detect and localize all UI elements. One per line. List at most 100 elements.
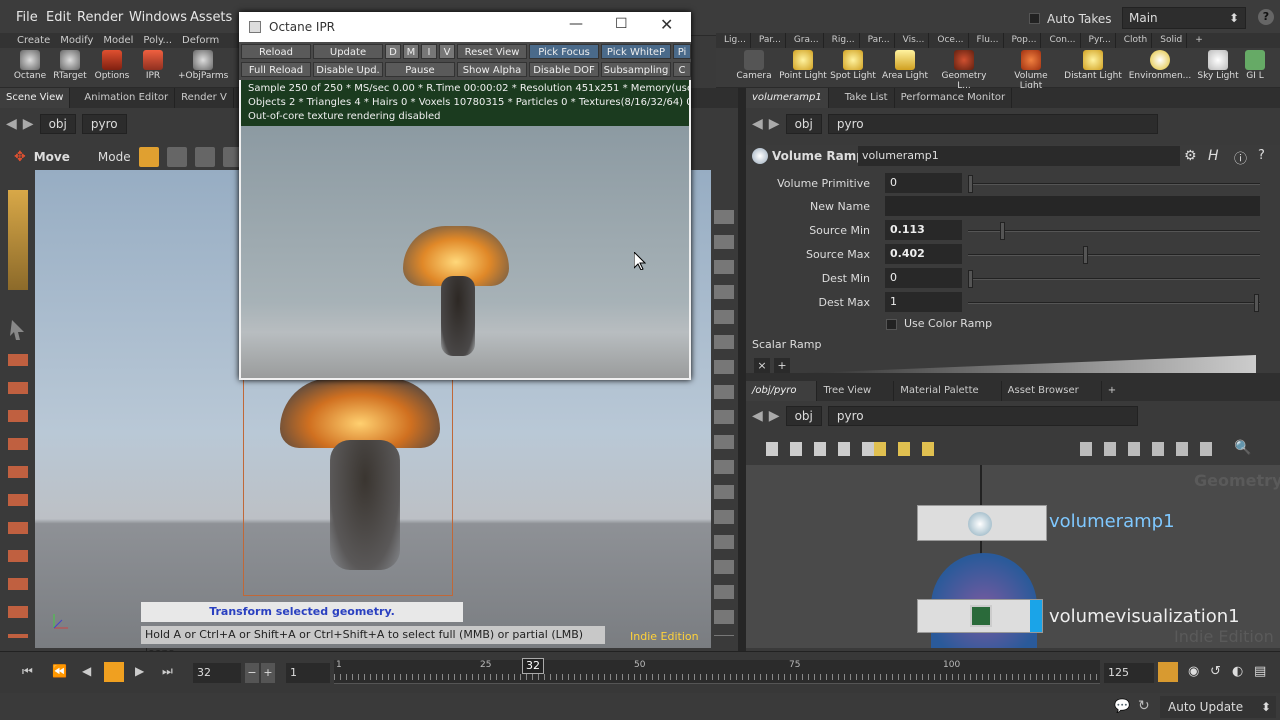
menu-windows[interactable]: Windows xyxy=(129,10,187,25)
shelf-tab-solid[interactable]: Solid xyxy=(1156,33,1188,48)
desktop-select[interactable]: Main ⬍ xyxy=(1122,7,1246,29)
shelf-tab-particle-fluids[interactable]: Par... xyxy=(864,33,895,48)
tab-obj-pyro[interactable]: /obj/pyro xyxy=(746,381,818,401)
shelf-tab-fluids[interactable]: Flu... xyxy=(973,33,1004,48)
back-arrow-icon[interactable]: ◀ xyxy=(6,116,17,132)
left-tool-group-icon[interactable] xyxy=(8,190,28,290)
source-max-slider[interactable] xyxy=(968,246,1260,264)
shelf-tab-viscous[interactable]: Vis... xyxy=(899,33,930,48)
shelf-tab-container[interactable]: Con... xyxy=(1045,33,1081,48)
select-edges-icon[interactable] xyxy=(194,146,215,167)
add-shelf-icon[interactable]: + xyxy=(1191,33,1207,48)
show-alpha-button[interactable]: Show Alpha xyxy=(457,62,527,77)
tool-spot-light[interactable]: Spot Light xyxy=(830,50,876,81)
menu-render[interactable]: Render xyxy=(77,10,123,25)
tool-distant-light[interactable]: Distant Light xyxy=(1064,50,1122,81)
d-button[interactable]: D xyxy=(385,44,401,59)
realtime-icon[interactable]: ◉ xyxy=(1188,664,1199,679)
volume-primitive-field[interactable]: 0 xyxy=(885,173,962,193)
tool-rtarget[interactable]: RTarget xyxy=(50,50,90,81)
tab-render-view[interactable]: Render V xyxy=(175,88,234,108)
node-volumeramp1[interactable] xyxy=(917,505,1047,541)
update-button[interactable]: Update xyxy=(313,44,383,59)
end-frame-field[interactable]: 125 xyxy=(1104,663,1154,683)
volume-primitive-slider[interactable] xyxy=(968,175,1260,193)
dest-min-slider[interactable] xyxy=(968,270,1260,288)
info-icon[interactable]: ⓘ xyxy=(1234,148,1247,167)
network-align-icon[interactable] xyxy=(1080,442,1220,456)
tool-area-light[interactable]: Area Light xyxy=(880,50,930,81)
tool-gi-light[interactable]: GI L xyxy=(1240,50,1270,81)
m-button[interactable]: M xyxy=(403,44,419,59)
subsampling-button[interactable]: Subsampling xyxy=(601,62,671,77)
slider-knob[interactable] xyxy=(968,270,973,288)
help-icon[interactable]: ? xyxy=(1258,148,1265,163)
tool-geometry-light[interactable]: Geometry L... xyxy=(934,50,994,91)
back-arrow-icon[interactable]: ◀ xyxy=(752,116,763,132)
pick-whitepoint-button[interactable]: Pick WhiteP xyxy=(601,44,671,59)
key-icon[interactable] xyxy=(1158,662,1178,682)
pick-focus-button[interactable]: Pick Focus xyxy=(529,44,599,59)
current-frame-field[interactable]: 32 xyxy=(193,663,241,683)
search-icon[interactable]: 🔍 xyxy=(1234,440,1251,456)
horizontal-splitter[interactable] xyxy=(746,373,1280,381)
back-arrow-icon[interactable]: ◀ xyxy=(752,408,763,424)
node-label-volumeramp1[interactable]: volumeramp1 xyxy=(1049,511,1175,532)
dest-min-field[interactable]: 0 xyxy=(885,268,962,288)
use-color-ramp-checkbox[interactable] xyxy=(886,319,897,330)
source-min-slider[interactable] xyxy=(968,222,1260,240)
tool-camera[interactable]: Camera xyxy=(734,50,774,81)
shelf-tab-model[interactable]: Model xyxy=(100,33,136,48)
playbar-options-icon[interactable]: ▤ xyxy=(1254,664,1266,679)
node-name-field[interactable]: volumeramp1 xyxy=(858,146,1180,166)
close-icon[interactable]: ✕ xyxy=(660,15,673,34)
timeline-ruler[interactable]: 1 25 50 75 100 32 xyxy=(334,658,1100,684)
pane-splitter[interactable] xyxy=(738,88,746,651)
node-volumevisualization1[interactable] xyxy=(917,599,1043,633)
play-icon[interactable]: ▶ xyxy=(135,664,144,678)
disable-dof-button[interactable]: Disable DOF xyxy=(529,62,599,77)
help-browser-icon[interactable]: H xyxy=(1208,148,1219,164)
minimize-icon[interactable]: — xyxy=(569,16,583,32)
source-min-field[interactable]: 0.113 xyxy=(885,220,962,240)
tab-asset-browser[interactable]: Asset Browser xyxy=(1002,381,1102,401)
jump-start-icon[interactable]: ⏮ xyxy=(22,664,33,679)
audio-icon[interactable]: ◐ xyxy=(1232,664,1243,679)
dest-max-slider[interactable] xyxy=(968,294,1260,312)
forward-arrow-icon[interactable]: ▶ xyxy=(769,408,780,424)
shelf-tab-oceans[interactable]: Oce... xyxy=(933,33,969,48)
select-arrow-icon[interactable] xyxy=(10,320,24,340)
dest-max-field[interactable]: 1 xyxy=(885,292,962,312)
shelf-tab-poly[interactable]: Poly... xyxy=(140,33,175,48)
path-pyro[interactable]: pyro xyxy=(81,114,127,134)
pause-button[interactable]: Pause xyxy=(385,62,455,77)
tab-take-list[interactable]: Take List xyxy=(829,88,895,108)
tool-octane[interactable]: Octane xyxy=(10,50,50,81)
path-pyro[interactable]: pyro xyxy=(827,406,1138,426)
frame-marker[interactable]: 32 xyxy=(522,658,544,674)
menu-edit[interactable]: Edit xyxy=(46,10,71,25)
tab-material-palette[interactable]: Material Palette xyxy=(894,381,1002,401)
disable-update-button[interactable]: Disable Upd. xyxy=(313,62,383,77)
stop-icon[interactable] xyxy=(104,662,124,682)
shelf-tab-particles[interactable]: Par... xyxy=(755,33,786,48)
tool-options[interactable]: Options xyxy=(92,50,132,81)
display-flag-icon[interactable] xyxy=(1030,600,1042,632)
mode-label[interactable]: Mode xyxy=(98,150,131,164)
more-button[interactable]: C xyxy=(673,62,691,77)
tab-performance-monitor[interactable]: Performance Monitor xyxy=(895,88,1013,108)
tool-sky-light[interactable]: Sky Light xyxy=(1196,50,1240,81)
shelf-tab-pyro[interactable]: Pyr... xyxy=(1085,33,1116,48)
tab-animation-editor[interactable]: Animation Editor xyxy=(70,88,176,108)
network-layout-icon[interactable] xyxy=(874,442,934,456)
transform-tools-icon[interactable] xyxy=(8,348,28,638)
shelf-tab-deform[interactable]: Deform xyxy=(179,33,222,48)
slider-knob[interactable] xyxy=(1254,294,1259,312)
menu-assets[interactable]: Assets xyxy=(190,10,232,25)
pick-more-button[interactable]: Pi xyxy=(673,44,691,59)
shelf-tab-modify[interactable]: Modify xyxy=(57,33,96,48)
remove-key-icon[interactable]: × xyxy=(754,358,770,373)
new-name-field[interactable] xyxy=(885,196,1260,216)
reload-button[interactable]: Reload xyxy=(241,44,311,59)
tab-tree-view[interactable]: Tree View xyxy=(817,381,895,401)
